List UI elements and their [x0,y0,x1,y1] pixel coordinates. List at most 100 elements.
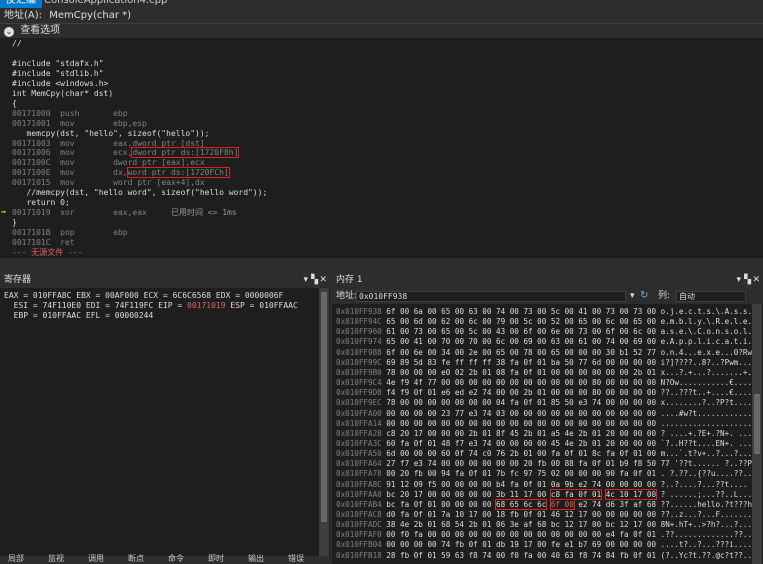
view-options-bar[interactable]: ⌄ 查看选项 [0,24,763,38]
source-line-text: { [12,98,17,108]
register-text: ESP = 010FFAAC [225,301,298,310]
memory-ascii: ?..?....?...??t.... [660,479,748,489]
memory-address: 0x010FF974 [336,337,382,347]
memory-address: 0x010FF9B0 [336,367,382,377]
document-tab-strip: 反汇编 ConsoleApplication4.cpp [0,0,763,8]
instruction-mnemonic: mov [60,178,114,188]
memory-row: 0x010FFA50 6d 00 00 00 60 0f 74 c0 76 2b… [336,449,752,459]
code-line: #include "stdafx.h" [12,59,104,69]
memory-hex-bytes: 6f 00 6a 00 65 00 63 00 74 00 73 00 5c 0… [386,307,657,316]
code-line: #include <windows.h> [12,79,108,89]
memory-row: 0x010FFB04 00 00 00 00 74 fb 0f 01 db 19… [336,540,752,550]
instruction-address: 00171015 [12,178,51,188]
memory-hex-bytes: 6f 00 6e 00 34 00 2e 00 65 00 78 00 65 0… [386,347,657,357]
memory-hex-bytes: f4 f9 0f 01 e6 ed e2 74 00 00 2b 01 00 0… [386,388,657,398]
refresh-icon[interactable]: ↻ [640,288,648,304]
source-line-text: --- 无源文件 --- [12,247,83,257]
chevron-down-icon[interactable]: ⌄ [4,27,14,37]
memory-address: 0x010FF9C4 [336,378,382,388]
bottom-tab[interactable]: 错误 [288,553,304,564]
tab-disassembly[interactable]: 反汇编 [0,0,42,8]
instruction-address: 00171019 [12,208,51,218]
registers-panel: 寄存器 ▾ ▚ ✕ EAX = 010FFA8C EBX = 00AF000 E… [0,272,330,564]
pin-icon[interactable]: ▚ [744,272,751,288]
memory-scrollbar[interactable] [752,304,762,564]
memory-ascii: '??t...... ?..??Pw [674,459,757,469]
memory-hex-bytes: 4e f9 4f 77 00 00 00 00 00 00 00 00 00 0… [386,378,657,388]
memory-row: 0x010FFA00 00 00 00 00 23 77 e3 74 03 00… [336,409,752,419]
dropdown-icon[interactable]: ▾ [303,272,308,288]
memory-row: 0x010FFA3C 60 fa 0f 01 48 f7 e3 74 00 00… [336,439,752,449]
memory-row: 0x010FF9D8 f4 f9 0f 01 e6 ed e2 74 00 00… [336,388,752,398]
memory-address: 0x010FF9EC [336,398,382,408]
instruction-mnemonic: push [60,108,114,118]
bottom-tab[interactable]: 命令 [168,553,184,564]
code-line: 00171000 push ebp [12,109,128,119]
memory-ascii: o.n.4...e.x.e...0?Rw [660,347,753,357]
memory-row: 0x010FFA14 00 00 00 00 00 00 00 00 00 00… [336,419,752,429]
memory-address: 0x010FFA14 [336,418,382,428]
memory-address: 0x010FFB04 [336,540,382,550]
memory-row: 0x010FFAB4 bc fa 0f 01 00 00 00 00 68 65… [336,498,752,510]
source-line-text: return 0; [12,198,70,208]
bottom-tab[interactable]: 局部 [8,553,24,564]
register-line: EBP = 010FFAAC EFL = 00000244 [4,311,154,321]
source-line-text: #include "stdlib.h" [12,68,104,78]
code-line: 0017101C ret [12,238,113,248]
memory-ascii: x........?..?P?t.... [660,398,753,408]
scroll-thumb[interactable] [321,292,327,522]
highlighted-bytes: 4c 10 17 00 [604,488,658,500]
close-icon[interactable]: ✕ [319,272,327,288]
memory-ascii: e.m.b.l.y.\.R.e.l.e. [660,317,753,327]
memory-address: 0x010FFB18 [336,550,382,560]
memory-address-input[interactable]: 0x010FF938 [356,291,626,302]
columns-select[interactable]: 自动 [676,291,746,302]
instruction-address: 0017100C [12,158,51,168]
splitter[interactable] [0,258,763,272]
pin-icon[interactable]: ▚ [311,272,318,288]
code-line: 0017101B pop ebp [12,228,128,238]
bottom-tab[interactable]: 输出 [248,553,264,564]
code-line: // [12,39,22,49]
memory-hex-bytes: c8 20 17 00 00 00 2b 01 8f 45 2b 01 a5 4… [386,428,657,438]
bottom-tab[interactable]: 即时 [208,553,224,564]
tab-source-file[interactable]: ConsoleApplication4.cpp [44,0,167,8]
instruction-mnemonic: mov [60,148,114,158]
memory-address: 0x010FFA28 [336,428,382,438]
memory-hex-bytes: 00 00 00 00 74 fb 0f 01 db 19 17 00 fe e… [386,540,657,550]
bottom-tab[interactable]: 调用 [88,553,104,564]
memory-row: 0x010FFADC 38 4e 2b 01 68 54 2b 01 06 3e… [336,520,752,530]
instruction-mnemonic: mov [60,158,114,168]
memory-hex-bytes: bc fa 0f 01 00 00 00 00 [386,499,497,509]
memory-hex-bytes: 61 00 73 00 65 00 5c 00 43 00 6f 00 6e 0… [386,327,657,337]
elapsed-time-hint: 已用时间 <= 1ms [170,208,237,218]
dropdown-icon[interactable]: ▾ [736,272,741,288]
register-text: EBP = 010FFAAC EFL = 00000244 [4,311,154,320]
memory-header: 内存 1 ▾ ▚ ✕ [332,272,763,288]
bottom-tab[interactable]: 断点 [128,553,144,564]
code-line: { [12,99,17,109]
source-line-text: memcpy(dst, "hello", sizeof("hello")); [12,128,210,138]
instruction-mnemonic: xor [60,208,114,218]
bottom-tab[interactable]: 监视 [48,553,64,564]
memory-row: 0x010FFA64 27 f7 e3 74 00 00 00 00 00 00… [336,459,757,469]
instruction-operand: dword ptr [eax],ecx [113,158,205,168]
memory-row: 0x010FFAF0 00 f0 fa 00 00 00 00 00 00 00… [336,530,752,540]
instruction-operand: ecx, [113,148,133,158]
instruction-mnemonic: mov [60,138,114,148]
dropdown-arrow-icon[interactable]: ▾ [630,288,635,304]
memory-hex-bytes: 00 00 00 00 23 77 e3 74 03 00 00 00 00 0… [386,408,657,418]
memory-row: 0x010FF9EC 78 00 00 00 00 00 00 00 04 fa… [336,398,752,408]
memory-ascii: o.j.e.c.t.s.\.A.s.s. [660,307,753,316]
disassembly-pane[interactable]: // #include "stdafx.h" #include "stdlib.h"… [0,38,763,258]
memory-ascii: .................... [660,418,753,428]
address-value[interactable]: MemCpy(char *) [49,10,131,21]
registers-scrollbar[interactable] [319,288,329,564]
code-line: --- 无源文件 --- [12,248,83,258]
code-line: 00171006 mov ecx,dword ptr ds:[1720F8h] [12,147,240,159]
code-line: //memcpy(dst, "hello word", sizeof("hell… [12,188,267,198]
close-icon[interactable]: ✕ [752,272,760,288]
memory-address: 0x010FFAB4 [336,499,382,509]
scroll-thumb[interactable] [754,394,760,454]
code-line: memcpy(dst, "hello", sizeof("hello")); [12,129,209,139]
